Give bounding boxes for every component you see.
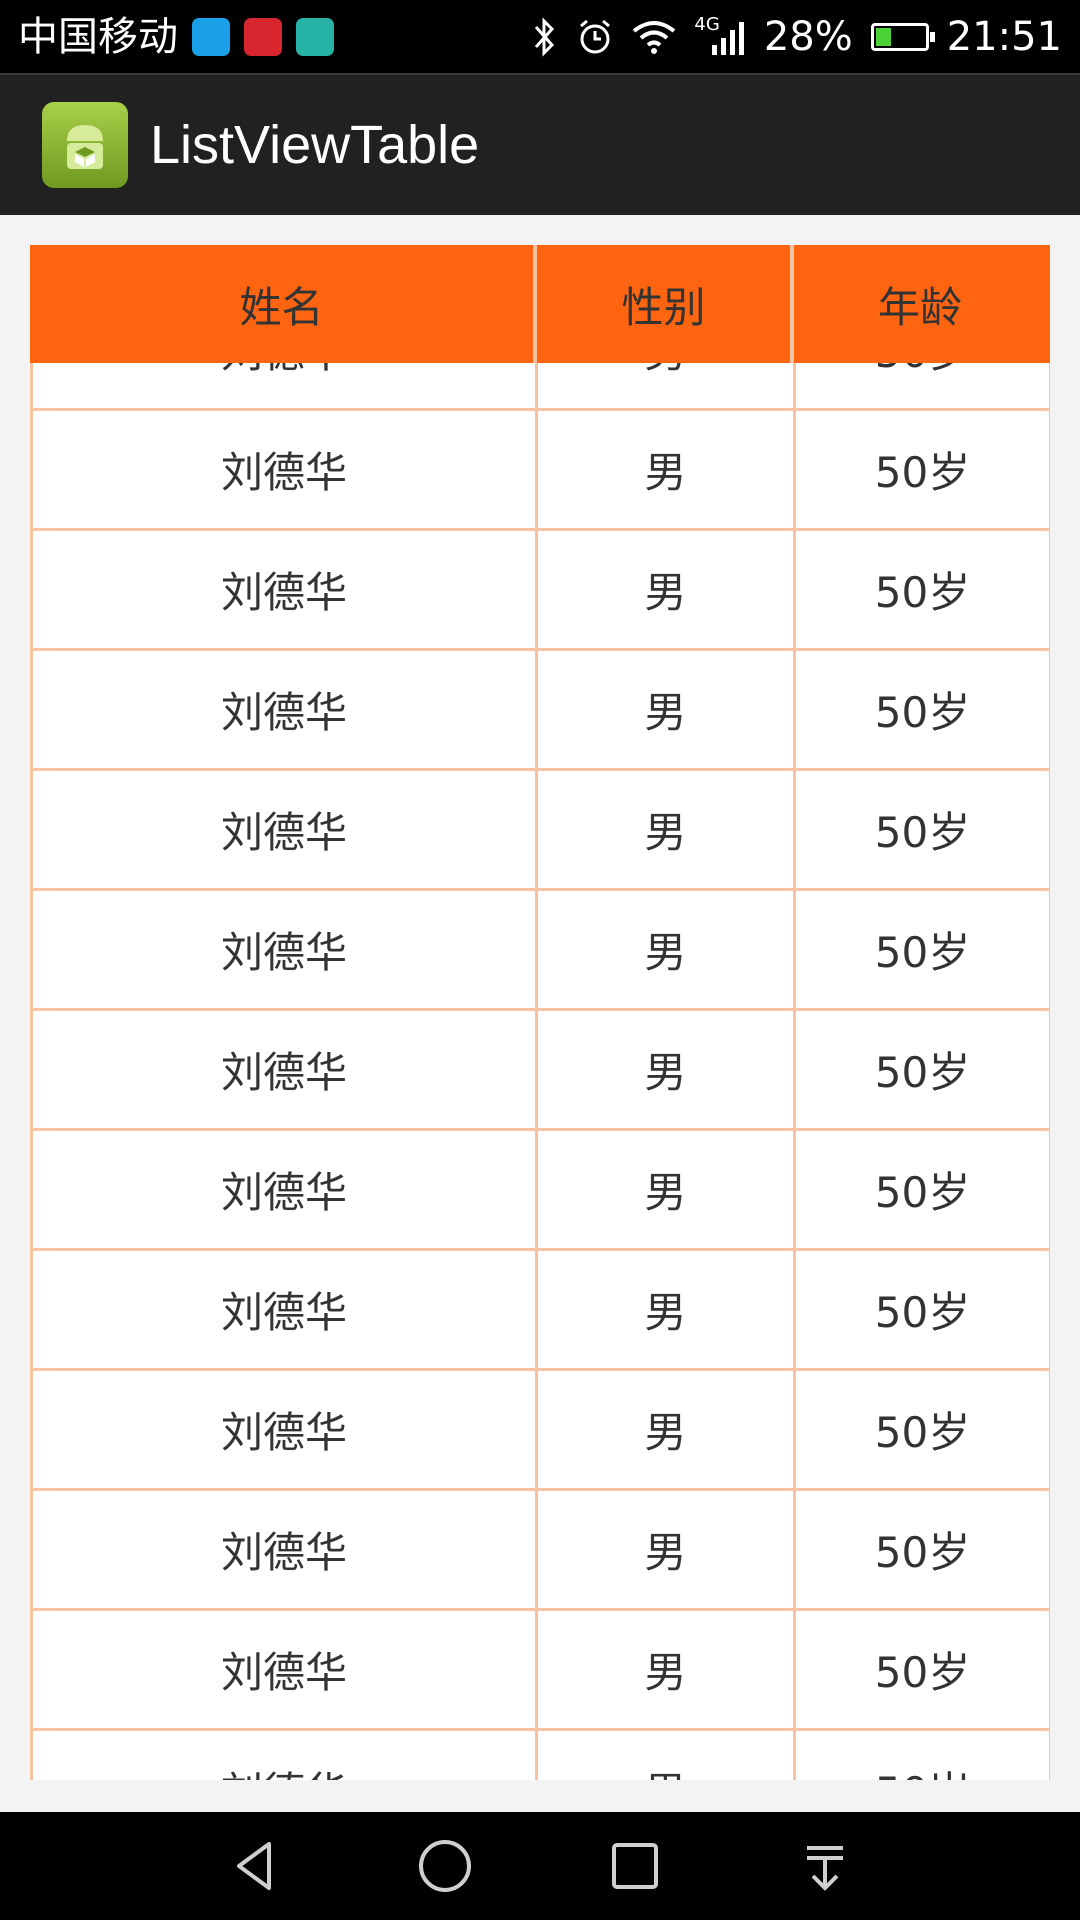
cell-age: 50岁 [874,1408,971,1457]
bluetooth-icon [532,16,558,57]
table-row[interactable]: 刘德华男 50岁 [33,1491,1049,1611]
notification-pulldown-icon[interactable] [785,1826,865,1906]
table-row[interactable]: 刘德华男 50岁 [33,891,1049,1011]
table-row[interactable]: 刘德华男 50岁 [33,531,1049,651]
wifi-icon [632,19,676,55]
cell-gender: 男 [538,651,796,768]
table-body: 刘德华男 50岁 刘德华男 50岁 刘德华男 50岁 刘德华男 50岁 刘德华男 50岁 刘德华男 5… [30,291,1050,1780]
cell-gender: 男 [538,1371,796,1488]
table-row[interactable]: 刘德华男 50岁 [33,411,1049,531]
table-row[interactable]: 刘德华男 50岁 [33,1011,1049,1131]
cell-gender: 男 [538,771,796,888]
cell-age: 50岁 [874,1648,971,1697]
cell-age: 50岁 [874,928,971,977]
status-bar: 中国移动 4G 28% 21:51 [0,0,1080,73]
list-view-table[interactable]: 姓名 性别 年龄 刘德华男 50岁 刘德华男 50岁 刘德华男 50岁 刘德华男 50岁 刘德华… [30,245,1050,1780]
home-icon[interactable] [405,1826,485,1906]
cell-gender: 男 [538,891,796,1008]
cell-gender: 男 [538,1131,796,1248]
cell-name: 刘德华 [33,1731,538,1780]
cell-name: 刘德华 [33,771,538,888]
alarm-icon [576,18,614,56]
table-header: 姓名 性别 年龄 [30,245,1050,363]
cell-name: 刘德华 [33,1371,538,1488]
app-title: ListViewTable [150,115,480,175]
cloud-icon [192,17,230,56]
cell-name: 刘德华 [33,411,538,528]
header-age: 年龄 [877,282,962,332]
android-app-icon [42,102,128,188]
network-type: 4G [694,14,720,35]
table-row[interactable]: 刘德华男50岁 [33,1731,1049,1780]
cell-gender: 男 [538,1011,796,1128]
table-row[interactable]: 刘德华男 50岁 [33,1371,1049,1491]
back-icon[interactable] [215,1826,295,1906]
header-gender: 性别 [537,245,794,363]
battery-icon [870,22,935,51]
signal-icon: 4G [694,14,745,55]
cell-age: 50岁 [796,1731,1049,1780]
cell-age: 50岁 [874,688,971,737]
navigation-bar [0,1812,1080,1920]
table-row[interactable]: 刘德华男 50岁 [33,771,1049,891]
cell-name: 刘德华 [33,1131,538,1248]
table-row[interactable]: 刘德华男 50岁 [33,1251,1049,1371]
cell-gender: 男 [538,1731,796,1780]
table-row[interactable]: 刘德华男 50岁 [33,1131,1049,1251]
action-bar: ListViewTable [0,73,1080,215]
android-icon [296,17,334,56]
cell-name: 刘德华 [33,1251,538,1368]
cell-age: 50岁 [874,568,971,617]
cell-gender: 男 [538,1611,796,1728]
cell-age: 50岁 [874,808,971,857]
cell-name: 刘德华 [33,531,538,648]
cell-age: 50岁 [874,1288,971,1337]
battery-percent: 28% [763,13,853,60]
cell-age: 50岁 [874,1168,971,1217]
cell-gender: 男 [538,531,796,648]
cell-age: 50岁 [874,1528,971,1577]
cell-name: 刘德华 [33,891,538,1008]
cell-gender: 男 [538,1251,796,1368]
header-name: 姓名 [30,245,537,363]
table-row[interactable]: 刘德华男 50岁 [33,1611,1049,1731]
cell-name: 刘德华 [33,1491,538,1608]
cell-gender: 男 [538,1491,796,1608]
table-row[interactable]: 刘德华男 50岁 [33,651,1049,771]
cell-age: 50岁 [874,1048,971,1097]
huawei-icon [244,17,282,56]
cell-name: 刘德华 [33,1011,538,1128]
cell-name: 刘德华 [33,1611,538,1728]
clock: 21:51 [946,13,1062,60]
cell-name: 刘德华 [33,651,538,768]
cell-gender: 男 [538,411,796,528]
cell-age: 50岁 [874,448,971,497]
carrier-label: 中国移动 [18,13,178,60]
recents-icon[interactable] [595,1826,675,1906]
